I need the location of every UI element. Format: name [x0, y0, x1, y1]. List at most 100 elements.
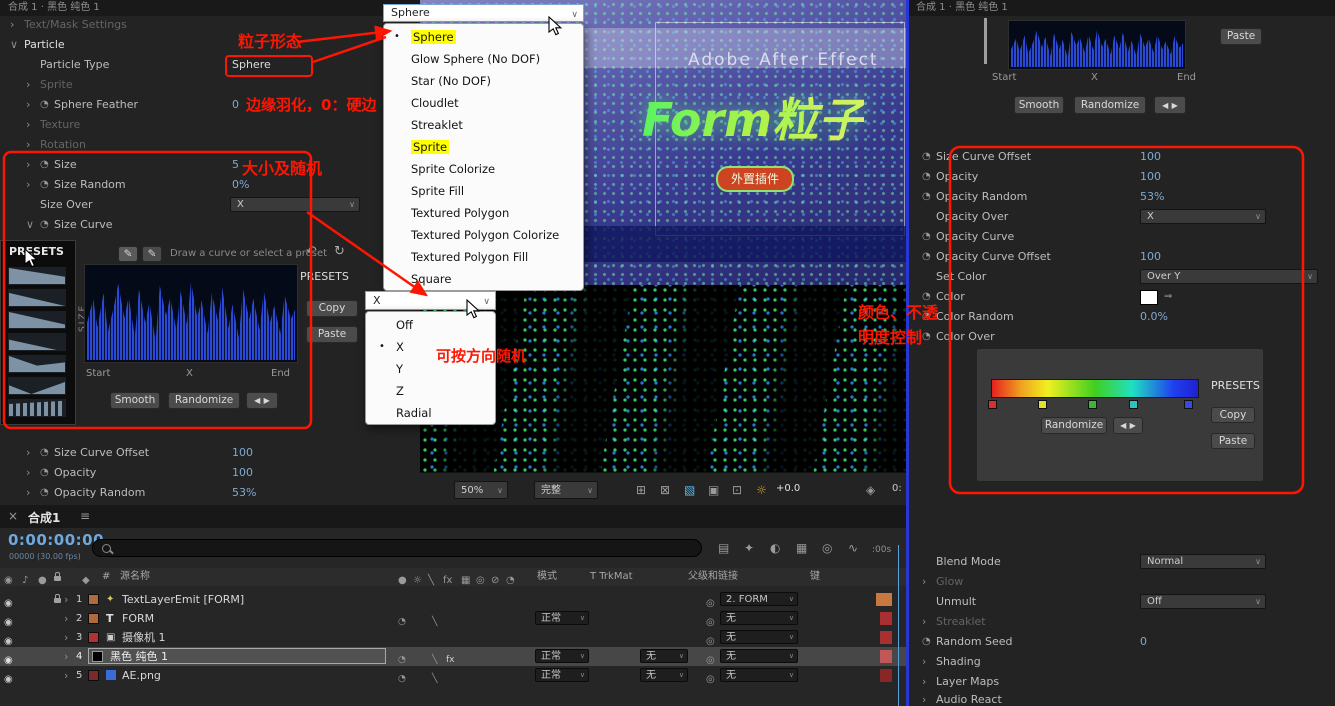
row-streaklet-group[interactable]: › Streaklet: [908, 612, 1335, 632]
menu-item-textured-polygon-fill[interactable]: Textured Polygon Fill: [384, 246, 583, 268]
layer-row-2[interactable]: ◉ › 2 T FORM ◔ ╲ 正常 ∨ ◎ 无 ∨: [0, 609, 908, 628]
chevron-right-icon[interactable]: ›: [26, 155, 30, 175]
copy-button[interactable]: Copy: [1211, 407, 1255, 423]
chevron-down-icon[interactable]: ∨: [26, 215, 34, 235]
stopwatch-icon[interactable]: ◔: [922, 147, 931, 167]
copy-button[interactable]: Copy: [306, 300, 358, 317]
row-unmult[interactable]: Unmult Off ∨: [908, 592, 1335, 612]
row-layer-maps-group[interactable]: › Layer Maps: [908, 672, 1335, 692]
set-color-dropdown[interactable]: Over Y ∨: [1140, 269, 1318, 284]
parent-dropdown[interactable]: 无 ∨: [720, 668, 798, 682]
layer-row-3[interactable]: ◉ › 3 ▣ 摄像机 1 ◎ 无 ∨: [0, 628, 908, 647]
curve-preset-thumb[interactable]: [8, 267, 66, 285]
choose-grid-icon[interactable]: ⊞: [636, 483, 646, 497]
row-text-mask-settings[interactable]: › Text/Mask Settings: [0, 15, 420, 35]
chevron-right-icon[interactable]: ›: [26, 463, 30, 483]
row-set-color[interactable]: Set Color Over Y ∨: [908, 267, 1335, 287]
row-particle-type[interactable]: Particle Type Sphere: [0, 55, 420, 75]
chevron-right-icon[interactable]: ›: [922, 572, 926, 592]
row-size-curve-group[interactable]: ∨ ◔ Size Curve: [0, 215, 420, 235]
stopwatch-icon[interactable]: ◔: [922, 632, 931, 652]
smooth-button[interactable]: Smooth: [110, 392, 160, 409]
stopwatch-icon[interactable]: ◔: [40, 483, 49, 503]
layer-name[interactable]: FORM: [122, 609, 154, 628]
chevron-right-icon[interactable]: ›: [64, 609, 68, 628]
stopwatch-icon[interactable]: ◔: [40, 463, 49, 483]
chevron-right-icon[interactable]: ›: [26, 95, 30, 115]
presets-label[interactable]: PRESETS: [1211, 379, 1260, 392]
row-texture-group[interactable]: › Texture: [0, 115, 420, 135]
menu-item-streaklet[interactable]: Streaklet: [384, 114, 583, 136]
gradient-stop-yellow[interactable]: [1038, 400, 1047, 409]
edit-curve-button[interactable]: ✎: [142, 246, 162, 262]
redo-icon[interactable]: ↻: [334, 244, 345, 259]
motion-blur-icon[interactable]: ◎: [822, 541, 832, 555]
comp-flowchart-icon[interactable]: ▤: [718, 541, 729, 555]
row-shading-group[interactable]: › Shading: [908, 652, 1335, 672]
chevron-down-icon[interactable]: ∨: [10, 35, 18, 55]
menu-item-square[interactable]: Square: [384, 268, 583, 290]
chevron-right-icon[interactable]: ›: [64, 590, 68, 609]
size-curve-graph[interactable]: [84, 264, 298, 363]
layer-duration-bar[interactable]: [880, 612, 892, 625]
parent-dropdown[interactable]: 无 ∨: [720, 649, 798, 663]
row-opacity-random[interactable]: › ◔ Opacity Random 53%: [0, 483, 420, 503]
property-value[interactable]: 100: [232, 443, 253, 463]
curve-preset-thumb[interactable]: [8, 399, 66, 417]
undo-icon[interactable]: ↶: [306, 244, 317, 259]
presets-popup-title[interactable]: PRESETS: [9, 245, 64, 258]
source-name-header[interactable]: 源名称: [120, 568, 150, 586]
blend-mode-dropdown[interactable]: 正常 ∨: [535, 649, 589, 663]
scrollbar-thumb[interactable]: [984, 18, 987, 64]
layer-name[interactable]: TextLayerEmit [FORM]: [122, 590, 244, 609]
rulers-icon[interactable]: ⊡: [732, 483, 742, 497]
layer-name[interactable]: 黑色 纯色 1: [110, 647, 168, 666]
mode-column-header[interactable]: 模式: [537, 568, 557, 586]
smooth-button[interactable]: Smooth: [1014, 96, 1064, 114]
parent-column-header[interactable]: 父级和链接: [688, 568, 738, 586]
chevron-right-icon[interactable]: ›: [922, 672, 926, 692]
stopwatch-icon[interactable]: ◔: [40, 443, 49, 463]
row-color-over[interactable]: ◔ Color Over: [908, 327, 1335, 347]
layer-duration-bar[interactable]: [876, 593, 892, 606]
row-particle-group[interactable]: ∨ Particle: [0, 35, 420, 55]
timeline-search-input[interactable]: [92, 539, 702, 557]
gradient-stop-cyan[interactable]: [1129, 400, 1138, 409]
randomize-button[interactable]: Randomize: [1041, 417, 1107, 434]
layer-name[interactable]: 摄像机 1: [122, 628, 166, 647]
menu-item-sprite[interactable]: Sprite: [384, 136, 583, 158]
zoom-dropdown[interactable]: 50% ∨: [454, 481, 508, 499]
row-opacity-random[interactable]: ◔ Opacity Random 53%: [908, 187, 1335, 207]
menu-item-sprite-fill[interactable]: Sprite Fill: [384, 180, 583, 202]
color-swatch[interactable]: [1140, 290, 1158, 305]
row-color[interactable]: ◔ Color ⇒: [908, 287, 1335, 307]
chevron-right-icon[interactable]: ›: [26, 135, 30, 155]
chevron-right-icon[interactable]: ›: [64, 647, 68, 666]
blend-mode-dropdown[interactable]: 正常 ∨: [535, 611, 589, 625]
particle-type-value[interactable]: Sphere: [232, 55, 271, 75]
layer-row-5[interactable]: ◉ › 5 AE.png ◔ ╲ 正常 ∨ 无 ∨ ◎ 无 ∨: [0, 666, 908, 685]
unmult-dropdown[interactable]: Off ∨: [1140, 594, 1266, 609]
curve-preset-thumb[interactable]: [8, 333, 66, 351]
show-snapshot-icon[interactable]: ◈: [866, 483, 875, 497]
curve-preset-thumb[interactable]: [8, 289, 66, 307]
lock-icon[interactable]: [54, 594, 61, 603]
menu-item-cloudlet[interactable]: Cloudlet: [384, 92, 583, 114]
draw-curve-button[interactable]: ✎: [118, 246, 138, 262]
frame-blend-icon[interactable]: ▦: [796, 541, 807, 555]
pickwhip-icon[interactable]: ◎: [706, 670, 715, 689]
layer-duration-bar[interactable]: [880, 669, 892, 682]
blend-mode-dropdown[interactable]: 正常 ∨: [535, 668, 589, 682]
layer-label-chip[interactable]: [88, 632, 99, 643]
paste-button[interactable]: Paste: [1220, 28, 1262, 45]
opacity-over-dropdown[interactable]: X ∨: [1140, 209, 1266, 224]
layer-duration-bar[interactable]: [880, 631, 892, 644]
quality-dropdown[interactable]: 完整 ∨: [534, 481, 598, 499]
solid-color-swatch[interactable]: [92, 651, 103, 662]
row-opacity[interactable]: ◔ Opacity 100: [908, 167, 1335, 187]
property-value[interactable]: 5: [232, 155, 239, 175]
chevron-right-icon[interactable]: ›: [26, 175, 30, 195]
gradient-stop-red[interactable]: [988, 400, 997, 409]
row-audio-react-group[interactable]: › Audio React: [908, 690, 1335, 706]
curve-preset-thumb[interactable]: [8, 355, 66, 373]
